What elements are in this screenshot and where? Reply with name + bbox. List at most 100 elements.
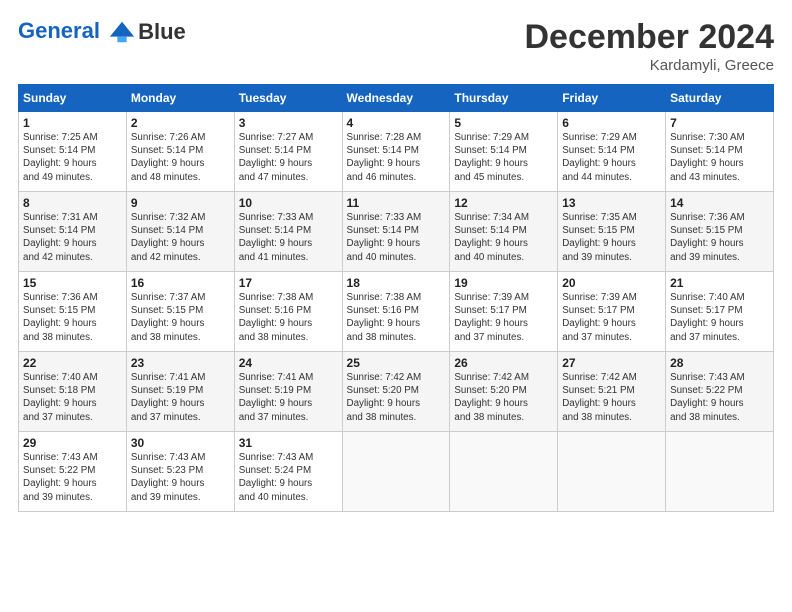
day-info: Sunrise: 7:38 AMSunset: 5:16 PMDaylight:… [239,291,338,344]
sunset-text: Sunset: 5:22 PM [670,384,769,397]
daylight-text: Daylight: 9 hours [670,237,769,250]
day-info: Sunrise: 7:29 AMSunset: 5:14 PMDaylight:… [562,131,661,184]
daylight-text: Daylight: 9 hours [131,237,230,250]
sunrise-text: Sunrise: 7:42 AM [562,371,661,384]
daylight-text-cont: and 37 minutes. [131,411,230,424]
sunset-text: Sunset: 5:14 PM [239,224,338,237]
sunset-text: Sunset: 5:19 PM [239,384,338,397]
sunset-text: Sunset: 5:20 PM [347,384,446,397]
day-number: 28 [670,356,769,370]
daylight-text-cont: and 38 minutes. [670,411,769,424]
sunrise-text: Sunrise: 7:36 AM [23,291,122,304]
calendar-cell: 19Sunrise: 7:39 AMSunset: 5:17 PMDayligh… [450,272,558,352]
sunset-text: Sunset: 5:17 PM [562,304,661,317]
col-saturday: Saturday [666,85,774,112]
logo-icon [108,18,136,46]
day-number: 8 [23,196,122,210]
sunrise-text: Sunrise: 7:29 AM [454,131,553,144]
title-block: December 2024 Kardamyli, Greece [524,18,774,74]
calendar-cell: 16Sunrise: 7:37 AMSunset: 5:15 PMDayligh… [126,272,234,352]
daylight-text-cont: and 48 minutes. [131,171,230,184]
calendar-week-4: 22Sunrise: 7:40 AMSunset: 5:18 PMDayligh… [19,352,774,432]
day-info: Sunrise: 7:29 AMSunset: 5:14 PMDaylight:… [454,131,553,184]
calendar-cell: 1Sunrise: 7:25 AMSunset: 5:14 PMDaylight… [19,112,127,192]
day-number: 5 [454,116,553,130]
daylight-text-cont: and 40 minutes. [454,251,553,264]
daylight-text: Daylight: 9 hours [239,317,338,330]
calendar-cell: 18Sunrise: 7:38 AMSunset: 5:16 PMDayligh… [342,272,450,352]
day-info: Sunrise: 7:28 AMSunset: 5:14 PMDaylight:… [347,131,446,184]
day-number: 29 [23,436,122,450]
sunrise-text: Sunrise: 7:43 AM [23,451,122,464]
day-number: 15 [23,276,122,290]
calendar-cell: 25Sunrise: 7:42 AMSunset: 5:20 PMDayligh… [342,352,450,432]
calendar-cell [558,432,666,512]
sunrise-text: Sunrise: 7:30 AM [670,131,769,144]
sunrise-text: Sunrise: 7:33 AM [347,211,446,224]
sunset-text: Sunset: 5:14 PM [23,224,122,237]
sunrise-text: Sunrise: 7:41 AM [239,371,338,384]
day-info: Sunrise: 7:31 AMSunset: 5:14 PMDaylight:… [23,211,122,264]
logo-general: General [18,18,100,43]
calendar-week-3: 15Sunrise: 7:36 AMSunset: 5:15 PMDayligh… [19,272,774,352]
calendar-cell [342,432,450,512]
daylight-text: Daylight: 9 hours [562,317,661,330]
day-number: 12 [454,196,553,210]
sunset-text: Sunset: 5:14 PM [347,224,446,237]
calendar-cell: 20Sunrise: 7:39 AMSunset: 5:17 PMDayligh… [558,272,666,352]
day-info: Sunrise: 7:35 AMSunset: 5:15 PMDaylight:… [562,211,661,264]
calendar-cell: 22Sunrise: 7:40 AMSunset: 5:18 PMDayligh… [19,352,127,432]
day-info: Sunrise: 7:30 AMSunset: 5:14 PMDaylight:… [670,131,769,184]
day-number: 1 [23,116,122,130]
day-info: Sunrise: 7:33 AMSunset: 5:14 PMDaylight:… [239,211,338,264]
sunset-text: Sunset: 5:15 PM [131,304,230,317]
calendar-cell: 4Sunrise: 7:28 AMSunset: 5:14 PMDaylight… [342,112,450,192]
sunset-text: Sunset: 5:17 PM [670,304,769,317]
daylight-text: Daylight: 9 hours [239,157,338,170]
day-number: 11 [347,196,446,210]
day-number: 6 [562,116,661,130]
day-info: Sunrise: 7:39 AMSunset: 5:17 PMDaylight:… [562,291,661,344]
sunset-text: Sunset: 5:19 PM [131,384,230,397]
day-number: 9 [131,196,230,210]
calendar-cell: 9Sunrise: 7:32 AMSunset: 5:14 PMDaylight… [126,192,234,272]
header: General Blue December 2024 Kardamyli, Gr… [18,18,774,74]
day-info: Sunrise: 7:34 AMSunset: 5:14 PMDaylight:… [454,211,553,264]
day-info: Sunrise: 7:41 AMSunset: 5:19 PMDaylight:… [239,371,338,424]
daylight-text-cont: and 47 minutes. [239,171,338,184]
day-info: Sunrise: 7:43 AMSunset: 5:23 PMDaylight:… [131,451,230,504]
daylight-text: Daylight: 9 hours [562,237,661,250]
daylight-text-cont: and 46 minutes. [347,171,446,184]
calendar-cell: 30Sunrise: 7:43 AMSunset: 5:23 PMDayligh… [126,432,234,512]
sunrise-text: Sunrise: 7:33 AM [239,211,338,224]
day-info: Sunrise: 7:36 AMSunset: 5:15 PMDaylight:… [23,291,122,344]
sunrise-text: Sunrise: 7:43 AM [131,451,230,464]
day-info: Sunrise: 7:43 AMSunset: 5:24 PMDaylight:… [239,451,338,504]
daylight-text: Daylight: 9 hours [454,317,553,330]
daylight-text-cont: and 37 minutes. [562,331,661,344]
daylight-text-cont: and 39 minutes. [23,491,122,504]
day-number: 13 [562,196,661,210]
daylight-text-cont: and 38 minutes. [239,331,338,344]
sunrise-text: Sunrise: 7:38 AM [239,291,338,304]
sunset-text: Sunset: 5:16 PM [347,304,446,317]
daylight-text-cont: and 38 minutes. [23,331,122,344]
daylight-text: Daylight: 9 hours [131,317,230,330]
sunrise-text: Sunrise: 7:29 AM [562,131,661,144]
day-number: 17 [239,276,338,290]
sunset-text: Sunset: 5:14 PM [131,144,230,157]
col-wednesday: Wednesday [342,85,450,112]
daylight-text: Daylight: 9 hours [670,397,769,410]
header-row: Sunday Monday Tuesday Wednesday Thursday… [19,85,774,112]
day-info: Sunrise: 7:37 AMSunset: 5:15 PMDaylight:… [131,291,230,344]
sunset-text: Sunset: 5:24 PM [239,464,338,477]
sunrise-text: Sunrise: 7:27 AM [239,131,338,144]
day-number: 31 [239,436,338,450]
daylight-text-cont: and 40 minutes. [239,491,338,504]
sunrise-text: Sunrise: 7:26 AM [131,131,230,144]
daylight-text: Daylight: 9 hours [454,157,553,170]
daylight-text-cont: and 38 minutes. [454,411,553,424]
day-number: 27 [562,356,661,370]
daylight-text: Daylight: 9 hours [131,157,230,170]
sunrise-text: Sunrise: 7:41 AM [131,371,230,384]
